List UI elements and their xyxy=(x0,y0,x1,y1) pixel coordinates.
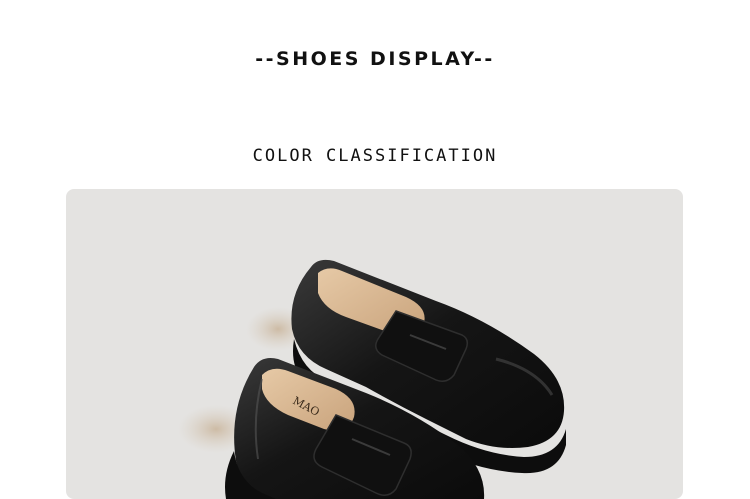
product-image: MAO xyxy=(66,189,683,499)
section-title: --SHOES DISPLAY-- xyxy=(255,48,495,70)
section-subtitle: COLOR CLASSIFICATION xyxy=(252,146,498,166)
loafers-illustration: MAO xyxy=(178,259,566,499)
